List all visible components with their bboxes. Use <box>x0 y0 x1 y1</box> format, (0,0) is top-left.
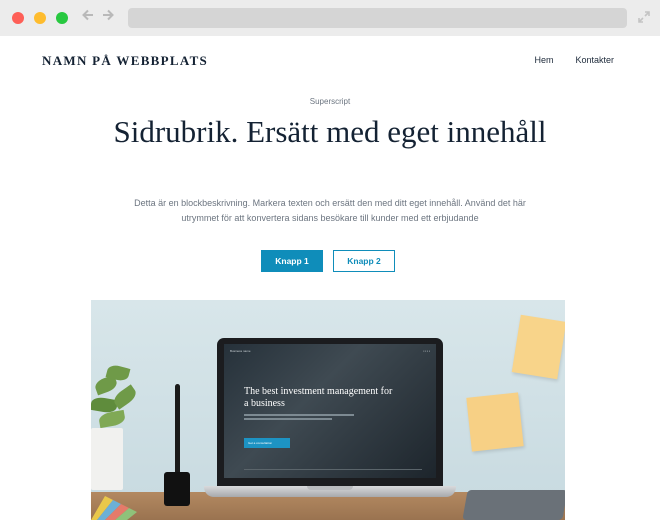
main-menu: Hem Kontakter <box>534 55 614 65</box>
page-title: Sidrubrik. Ersätt med eget innehåll <box>113 114 547 149</box>
screen-divider <box>244 469 422 470</box>
arrow-right-icon[interactable] <box>101 8 115 28</box>
minimize-window-button[interactable] <box>34 12 46 24</box>
maximize-window-button[interactable] <box>56 12 68 24</box>
screen-cta-button: Get a consultation <box>244 438 290 448</box>
screen-headline: The best investment management for a bus… <box>244 386 393 409</box>
screen-body-text <box>244 414 354 422</box>
laptop: Business name ▪ ▪ ▪ ▪ The best investmen… <box>217 338 443 486</box>
hero-image: Business name ▪ ▪ ▪ ▪ The best investmen… <box>91 300 565 520</box>
stylus-pen <box>175 384 180 476</box>
close-window-button[interactable] <box>12 12 24 24</box>
screen-menu-dots: ▪ ▪ ▪ ▪ <box>423 349 430 353</box>
expand-icon[interactable] <box>637 10 651 24</box>
screen-nav: Business name ▪ ▪ ▪ ▪ <box>230 349 430 353</box>
address-bar[interactable] <box>128 8 627 28</box>
laptop-notch <box>307 486 353 490</box>
site-name-logo[interactable]: NAMN PÅ WEBBPLATS <box>42 53 208 69</box>
laptop-screen: Business name ▪ ▪ ▪ ▪ The best investmen… <box>224 344 436 478</box>
menu-item-kontakter[interactable]: Kontakter <box>575 55 614 65</box>
primary-button[interactable]: Knapp 1 <box>261 250 323 272</box>
screen-brand: Business name <box>230 349 251 353</box>
hero-superscript: Superscript <box>309 97 351 106</box>
menu-item-hem[interactable]: Hem <box>534 55 553 65</box>
sticky-note <box>466 392 524 452</box>
arrow-left-icon[interactable] <box>81 8 95 28</box>
sticky-note <box>511 314 565 380</box>
color-swatches <box>91 496 155 520</box>
browser-toolbar <box>0 0 660 36</box>
tablet-device <box>462 490 565 520</box>
hero-description: Detta är en blockbeskrivning. Markera te… <box>134 198 526 223</box>
secondary-button[interactable]: Knapp 2 <box>333 250 395 272</box>
pen-holder <box>164 472 190 506</box>
